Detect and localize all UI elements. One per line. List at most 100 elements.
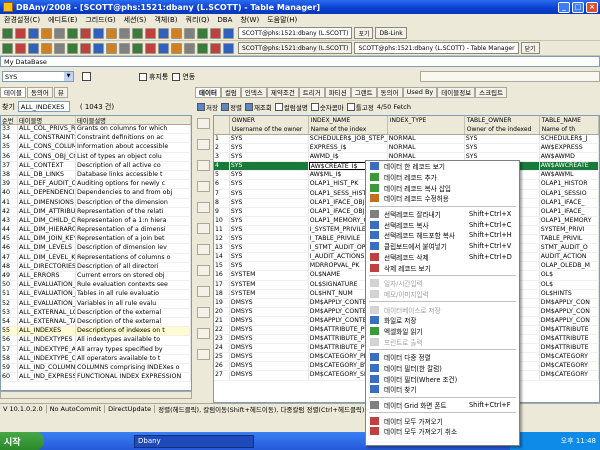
- context-menu-item[interactable]: 삭제 레코드 보기: [366, 262, 519, 273]
- close-button[interactable]: ×: [586, 1, 598, 13]
- toolbar-icon[interactable]: [171, 27, 182, 39]
- context-menu-item[interactable]: 데이터 모두 가져오기 취소: [366, 426, 519, 437]
- window-tab[interactable]: 포기: [354, 27, 374, 39]
- grid-column-header[interactable]: OWNER Username of the owner: [230, 116, 309, 134]
- grid-cell[interactable]: DM$ATTRIBUTE: [540, 335, 599, 344]
- grid-cell[interactable]: OLAP1_MEMORY: [540, 216, 599, 225]
- grid-cell[interactable]: TABLE_PRIVIL: [540, 235, 599, 244]
- toolbar-icon[interactable]: [67, 42, 78, 54]
- grid-cell[interactable]: OLAP1_HISTOR: [540, 180, 599, 189]
- toolbar-icon[interactable]: [2, 42, 13, 54]
- grid-cell[interactable]: SYS: [230, 198, 309, 207]
- table-row[interactable]: 47 ALL_DIM_LEVEL_KE Representations of col…: [1, 253, 191, 263]
- grid-cell[interactable]: 14: [214, 253, 230, 262]
- toolbar-icon[interactable]: [106, 42, 117, 54]
- table-row[interactable]: 46 ALL_DIM_LEVELS Description of dimension…: [1, 244, 191, 254]
- grid-cell[interactable]: 10: [214, 216, 230, 225]
- context-menu-item[interactable]: 데이터 필터(한 칼럼): [366, 363, 519, 374]
- grid-cell[interactable]: AW$AWML: [540, 171, 599, 180]
- context-menu-item[interactable]: 데이터 찾기: [366, 384, 519, 395]
- toolbar-icon[interactable]: [184, 42, 195, 54]
- tab-2[interactable]: 인덱스: [240, 86, 267, 98]
- side-button[interactable]: [197, 118, 210, 129]
- table-row[interactable]: 51 ALL_EVALUATION_C Tables in all rule eva…: [1, 290, 191, 300]
- grid-cell[interactable]: DMSYS: [230, 344, 309, 353]
- toolbar-icon[interactable]: [2, 27, 13, 39]
- table-row[interactable]: 53 ALL_EXTERNAL_LOC Description of the ext…: [1, 308, 191, 318]
- context-menu-item[interactable]: 선택레코드 잘라내기 Shift+Ctrl+X: [366, 209, 519, 220]
- tab-6[interactable]: 그랜트: [350, 86, 377, 98]
- context-menu-item[interactable]: 선택레코드 헤드포함 복사 Shift+Ctrl+H: [366, 230, 519, 241]
- grid-cell[interactable]: OL$HINTS: [540, 289, 599, 298]
- grid-cell[interactable]: NORMAL: [388, 135, 465, 144]
- column-header[interactable]: 테이블명: [18, 116, 76, 124]
- toolbar-icon[interactable]: [210, 42, 221, 54]
- side-button[interactable]: [197, 286, 210, 297]
- table-row[interactable]: 43 ALL_DIM_CHILD_OF Representaion of a 1:n…: [1, 216, 191, 227]
- toolbar-button[interactable]: 컬럼설명: [274, 102, 308, 112]
- menu-item[interactable]: 객체(B): [150, 15, 181, 25]
- horizontal-scrollbar[interactable]: [0, 391, 192, 399]
- table-row[interactable]: 56 ALL_INDEXTYPES All indextypes available…: [1, 336, 191, 346]
- toolbar-button[interactable]: 숫자콤마: [310, 102, 344, 112]
- grid-cell[interactable]: 4: [214, 162, 230, 171]
- start-button[interactable]: 시작: [0, 432, 44, 450]
- grid-cell[interactable]: OLAP1_SESSIO: [540, 189, 599, 198]
- grid-cell[interactable]: DMSYS: [230, 307, 309, 316]
- table-row[interactable]: 45 ALL_DIM_JOIN_KEY Representation of a jo…: [1, 235, 191, 245]
- toolbar-button[interactable]: 정렬: [220, 102, 242, 112]
- grid-cell[interactable]: DM$ATTRIBUTE: [540, 344, 599, 353]
- toolbar-icon[interactable]: [210, 27, 221, 39]
- grid-column-header[interactable]: TABLE_OWNER Owner of the indexed: [465, 116, 540, 134]
- tab-0[interactable]: 데이터: [195, 86, 221, 98]
- toolbar-icon[interactable]: [132, 42, 143, 54]
- toolbar-button[interactable]: 재조회: [244, 102, 272, 112]
- grid-cell[interactable]: SYS: [230, 235, 309, 244]
- toolbar-icon[interactable]: [158, 42, 169, 54]
- grid-cell[interactable]: AUDIT_ACTION: [540, 253, 599, 262]
- grid-cell[interactable]: 22: [214, 325, 230, 335]
- toolbar-icon[interactable]: [80, 27, 91, 39]
- table-row[interactable]: 38 ALL_DB_LINKS Database links accessible …: [1, 170, 191, 181]
- menu-item[interactable]: 세션(S): [120, 15, 151, 25]
- grid-cell[interactable]: SYS: [230, 225, 309, 235]
- grid-cell[interactable]: SYS: [230, 171, 309, 180]
- table-row[interactable]: 36 ALL_CONS_OBJ_COL List of types an objec…: [1, 152, 191, 162]
- grid-cell[interactable]: 12: [214, 235, 230, 244]
- grid-cell[interactable]: OLAP1_IFACE_: [540, 198, 599, 207]
- toolbar-icon[interactable]: [145, 27, 156, 39]
- grid-cell[interactable]: 20: [214, 307, 230, 316]
- grid-cell[interactable]: 7: [214, 189, 230, 198]
- tab-8[interactable]: Used By: [402, 86, 438, 98]
- table-row[interactable]: 39 ALL_DEF_AUDIT_OP Auditing options for n…: [1, 180, 191, 190]
- schema-option[interactable]: 연동: [172, 72, 195, 82]
- grid-cell[interactable]: 27: [214, 371, 230, 380]
- menu-item[interactable]: 그리드(G): [81, 15, 119, 25]
- grid-cell[interactable]: OL$: [540, 271, 599, 280]
- toolbar-button[interactable]: 틀고정: [346, 102, 374, 112]
- side-button[interactable]: [197, 265, 210, 276]
- grid-row[interactable]: 2 SYS EXPRESS_I$ NORMAL SYS AW$EXPRESS: [214, 144, 599, 154]
- chevron-down-icon[interactable]: ▼: [64, 72, 73, 81]
- context-menu-item[interactable]: 데이터 한 레코드 보기: [366, 161, 519, 172]
- toolbar-icon[interactable]: [158, 27, 169, 39]
- table-row[interactable]: 44 ALL_DIM_HIERARCH Representation of a di…: [1, 226, 191, 236]
- checkbox[interactable]: [172, 72, 181, 81]
- schema-combo[interactable]: SYS ▼: [2, 71, 74, 82]
- menu-item[interactable]: 환경설정(C): [0, 15, 44, 25]
- table-row[interactable]: 42 ALL_DIM_ATTRIBUT Representation of the …: [1, 207, 191, 217]
- grid-cell[interactable]: OLAP1_IFACE_: [540, 207, 599, 216]
- side-button[interactable]: [197, 202, 210, 213]
- window-tab[interactable]: DB-Link: [375, 27, 407, 39]
- table-row[interactable]: 60 ALL_IND_EXPRESSI FUNCTIONAL INDEX EXPRE…: [1, 373, 191, 383]
- context-menu-item[interactable]: 데이터 Grid 화면 폰트 Shift+Ctrl+F: [366, 400, 519, 411]
- grid-cell[interactable]: DMSYS: [230, 362, 309, 371]
- toolbar-icon[interactable]: [41, 27, 52, 39]
- grid-cell[interactable]: SCHEDULER$_JOB_STEP_ST: [309, 135, 388, 144]
- toolbar-icon[interactable]: [132, 27, 143, 39]
- side-button[interactable]: [197, 160, 210, 171]
- database-selector[interactable]: My DataBase: [0, 56, 600, 67]
- toolbar-icon[interactable]: [41, 42, 52, 54]
- toolbar-icon[interactable]: [171, 42, 182, 54]
- grid-cell[interactable]: SYS: [465, 144, 540, 153]
